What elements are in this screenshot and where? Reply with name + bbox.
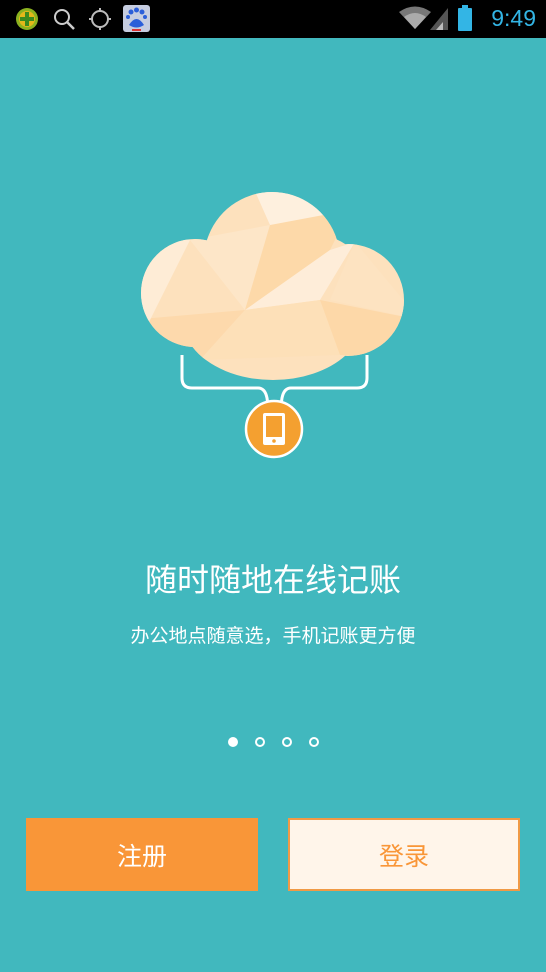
battery-icon [458, 5, 472, 31]
onboarding-title: 随时随地在线记账 [144, 561, 401, 599]
page-dot-3[interactable] [281, 737, 292, 747]
page-indicator [0, 737, 546, 747]
register-button[interactable]: 注册 [26, 818, 258, 891]
login-button[interactable]: 登录 [288, 818, 520, 891]
cell-signal-icon [430, 8, 448, 30]
cloud-icon [141, 192, 404, 380]
clock: 9:49 [491, 5, 536, 31]
page-dot-4[interactable] [308, 737, 319, 747]
page-dot-1[interactable] [227, 737, 238, 747]
baidu-icon [123, 5, 150, 32]
page-dot-2[interactable] [254, 737, 265, 747]
phone-icon [244, 399, 304, 459]
status-bar: 9:49 [0, 0, 546, 38]
search-icon [54, 9, 75, 30]
login-button-label: 登录 [378, 841, 429, 871]
wifi-icon [399, 6, 431, 29]
cloud-phone-illustration [141, 192, 404, 459]
register-button-label: 注册 [116, 841, 167, 871]
onboarding-subtitle: 办公地点随意选，手机记账更方便 [130, 625, 416, 647]
360-security-icon [16, 8, 38, 30]
gps-icon [89, 8, 111, 30]
